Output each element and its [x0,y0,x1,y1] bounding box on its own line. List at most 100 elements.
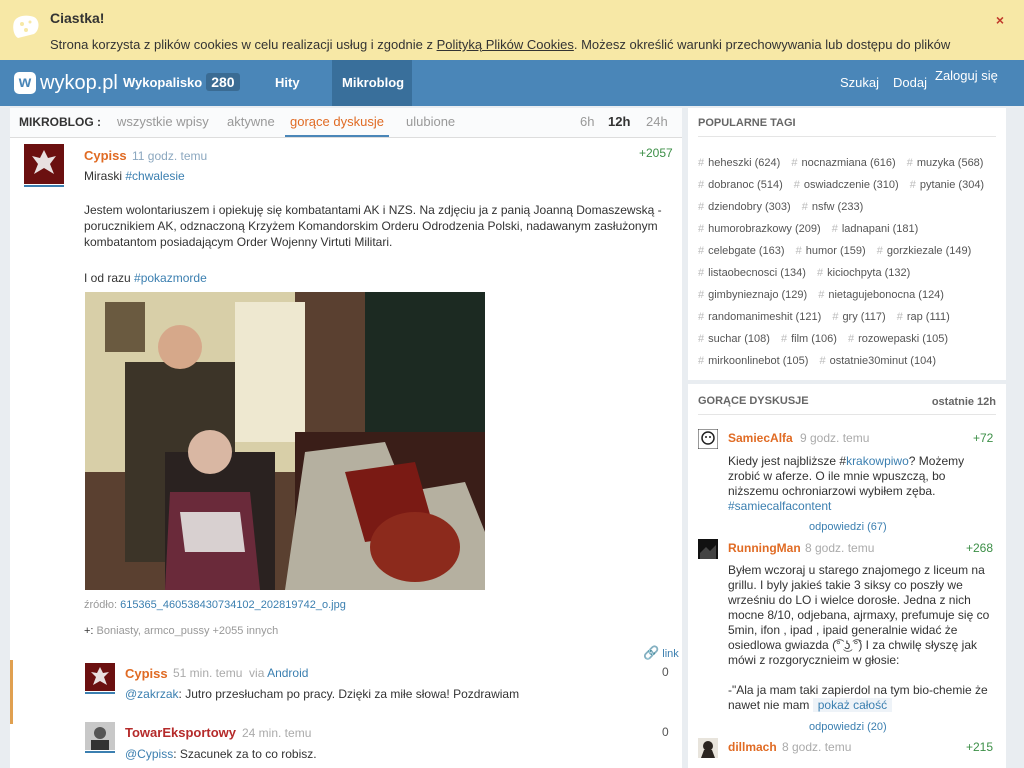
popular-tag[interactable]: # dobranoc (514) [698,179,787,191]
hash-icon: # [698,179,705,191]
popular-tag[interactable]: # film (106) [781,333,841,345]
reply-text: @Cypiss: Szacunek za to co robisz. [125,747,317,761]
avatar[interactable] [24,144,64,184]
hash-icon: # [795,245,802,257]
site-logo[interactable]: w wykop.pl [14,71,118,95]
mention-link[interactable]: @Cypiss [125,747,173,761]
reply-vote-count[interactable]: 0 [662,725,669,739]
entry-author[interactable]: Cypiss [84,148,127,163]
hot-item-text-continued: -"Ala ja mam taki zapierdol na tym bio-c… [728,683,988,712]
popular-tag[interactable]: # gorzkiezale (149) [877,245,976,257]
entry-photo[interactable] [85,292,485,590]
hot-item-time[interactable]: 8 godz. temu [782,740,851,754]
source-link[interactable]: 615365_460538430734102_202819742_o.jpg [120,599,346,611]
nav-mikroblog[interactable]: Mikroblog [332,60,412,106]
nav-szukaj[interactable]: Szukaj [840,60,879,106]
time-filter-12h[interactable]: 12h [608,114,630,129]
show-more-button[interactable]: pokaż całość [812,698,893,712]
popular-tag[interactable]: # nsfw (233) [802,201,867,213]
via-android-link[interactable]: Android [267,666,308,680]
hash-icon: # [817,267,824,279]
cookie-title: Ciastka! [50,10,105,26]
avatar[interactable] [85,722,115,750]
divider [698,414,996,415]
tab-aktywne[interactable]: aktywne [227,114,275,129]
popular-tag[interactable]: # humorobrazkowy (209) [698,223,825,235]
popular-tag[interactable]: # heheszki (624) [698,157,784,169]
tag-link[interactable]: #samiecalfacontent [728,499,831,513]
entry-paragraph: Jestem wolontariuszem i opiekuję się kom… [84,203,662,249]
reply-vote-count[interactable]: 0 [662,665,669,679]
tag-link[interactable]: #chwalesie [125,169,184,183]
tab-gorace-dyskusje[interactable]: gorące dyskusje [285,114,389,137]
popular-tag[interactable]: # nietagujebonocna (124) [818,289,948,301]
hot-item-author[interactable]: SamiecAlfa [728,431,793,445]
popular-tag[interactable]: # humor (159) [796,245,870,257]
avatar[interactable] [698,738,718,758]
mikroblog-main: MIKROBLOG : wszystkie wpisy aktywne gorą… [10,108,682,768]
hash-icon: # [847,333,855,345]
hot-item-time[interactable]: 8 godz. temu [805,541,874,555]
popular-tag[interactable]: # listaobecnosci (134) [698,267,810,279]
link-icon: 🔗 [643,645,660,660]
nav-wykopalisko[interactable]: Wykopalisko 280 [113,60,250,106]
popular-tag[interactable]: # suchar (108) [698,333,774,345]
hash-icon: # [906,157,913,169]
time-filter-24h[interactable]: 24h [646,114,668,129]
popular-tag[interactable]: # gry (117) [832,311,889,323]
hot-discussions-period[interactable]: ostatnie 12h [932,396,996,408]
popular-tags-box: POPULARNE TAGI # heheszki (624) # nocnazmi… [688,108,1006,380]
time-filter-6h[interactable]: 6h [580,114,594,129]
avatar[interactable] [85,663,115,691]
mention-link[interactable]: @zakrzak [125,687,179,701]
popular-tag[interactable]: # dziendobry (303) [698,201,795,213]
tab-wszystkie-wpisy[interactable]: wszystkie wpisy [117,114,209,129]
nav-dodaj[interactable]: Dodaj [893,60,927,106]
popular-tag[interactable]: # mirkoonlinebot (105) [698,355,812,367]
popular-tag[interactable]: # ostatnie30minut (104) [819,355,940,367]
popular-tag[interactable]: # ladnapani (181) [832,223,923,235]
tag-link[interactable]: #pokazmorde [134,271,207,285]
popular-tag[interactable]: # nocnazmiana (616) [791,157,899,169]
new-reply-marker [10,660,13,724]
reply-author[interactable]: Cypiss [125,666,168,681]
entry-vote-count[interactable]: +2057 [639,146,673,160]
hot-item-replies-link[interactable]: odpowiedzi (67) [809,521,887,533]
popular-tag[interactable]: # rap (111) [897,311,954,323]
nav-login[interactable]: Zaloguj się [935,60,998,106]
hot-item-votes[interactable]: +215 [966,740,993,754]
tag-link[interactable]: krakowpiwo [846,454,909,468]
popular-tag[interactable]: # gimbynieznajo (129) [698,289,811,301]
popular-tag[interactable]: # pytanie (304) [910,179,988,191]
cookie-policy-link[interactable]: Polityką Plików Cookies [437,37,574,52]
hash-icon: # [818,289,825,301]
popular-tag[interactable]: # kiciochpyta (132) [817,267,914,279]
popular-tag[interactable]: # celebgate (163) [698,245,789,257]
hash-icon: # [831,223,838,235]
hot-item-replies-link[interactable]: odpowiedzi (20) [809,721,887,733]
avatar[interactable] [698,539,718,559]
hot-item-votes[interactable]: +72 [973,431,993,445]
hot-item-author[interactable]: dillmach [728,740,777,754]
close-icon[interactable]: × [996,12,1004,28]
popular-tags-title: POPULARNE TAGI [698,117,796,129]
popular-tag[interactable]: # muzyka (568) [907,157,988,169]
hot-discussions-box: GORĄCE DYSKUSJE ostatnie 12h SamiecAlfa … [688,384,1006,768]
entry-time[interactable]: 11 godz. temu [132,149,207,163]
nav-hity[interactable]: Hity [265,60,310,106]
hot-item-time[interactable]: 9 godz. temu [800,431,869,445]
popular-tag[interactable]: # randomanimeshit (121) [698,311,825,323]
hash-icon: # [698,223,705,235]
permalink-button[interactable]: 🔗 link [643,645,679,661]
hot-item-author[interactable]: RunningMan [728,541,801,555]
avatar[interactable] [698,429,718,449]
reply-author[interactable]: TowarEksportowy [125,725,236,740]
voters-list: +: Boniasty, armco_pussy +2055 innych [84,625,279,637]
reply-time[interactable]: 24 min. temu [242,726,311,740]
hot-item-votes[interactable]: +268 [966,541,993,555]
hash-icon: # [698,245,705,257]
popular-tag[interactable]: # oswiadczenie (310) [794,179,903,191]
popular-tag[interactable]: # rozowepaski (105) [848,333,952,345]
tab-ulubione[interactable]: ulubione [406,114,455,129]
wykop-logo-icon: w [14,72,36,94]
